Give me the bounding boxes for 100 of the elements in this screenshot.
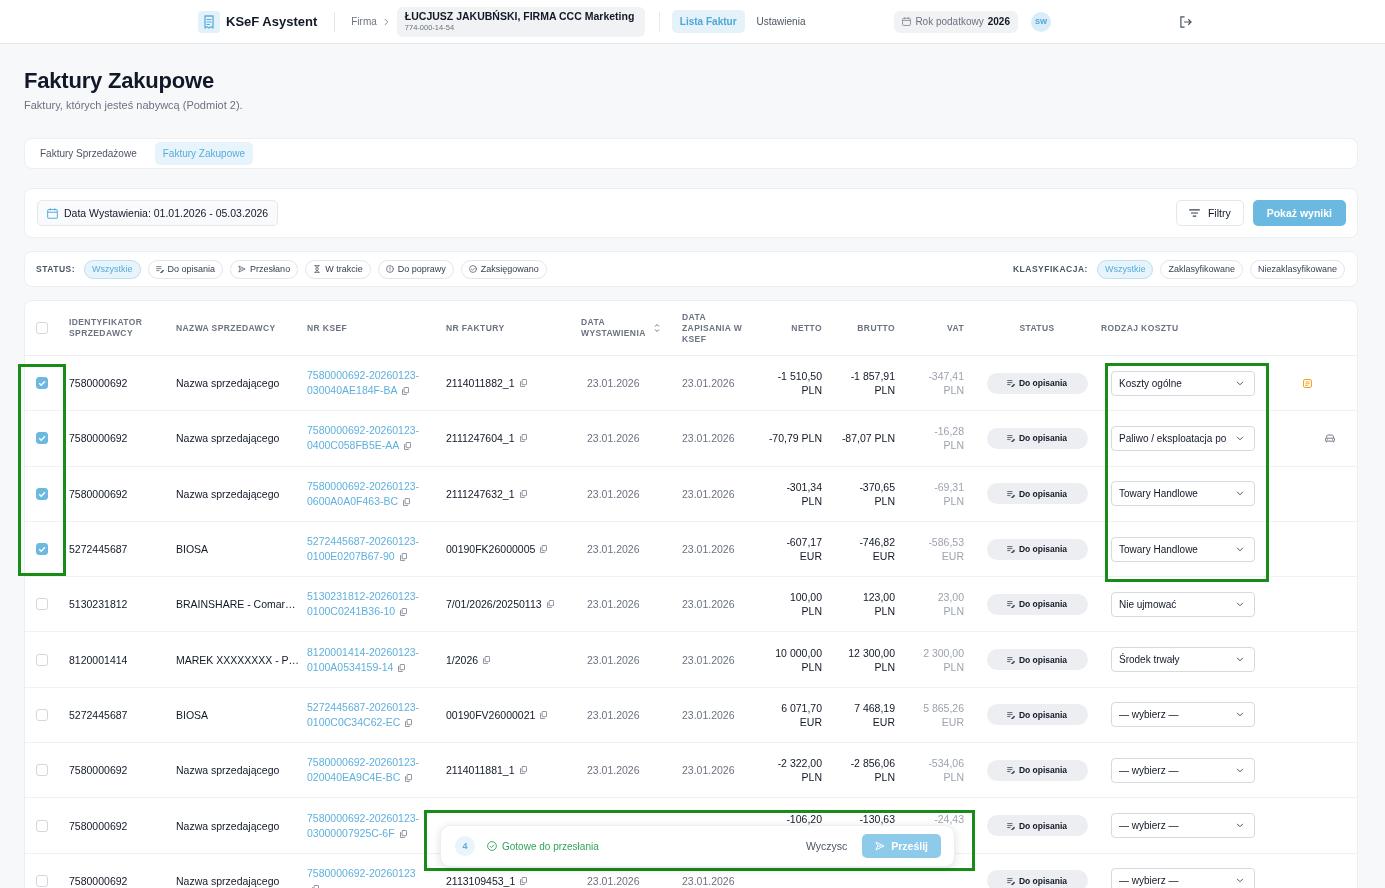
copy-icon[interactable] <box>519 379 527 388</box>
copy-icon[interactable] <box>405 718 413 727</box>
cost-type-select[interactable]: — wybierz — <box>1111 813 1255 838</box>
cost-type-select[interactable]: — wybierz — <box>1111 702 1255 728</box>
row-checkbox[interactable] <box>36 653 48 666</box>
net-amount: 6 071,70 EUR <box>780 700 822 729</box>
filter-label: KLASYFIKACJA: <box>1012 264 1088 274</box>
status-filter-chip[interactable]: W trakcie <box>305 259 371 279</box>
invoice-tab[interactable]: Faktury Sprzedażowe <box>32 142 145 165</box>
copy-icon[interactable] <box>398 663 406 672</box>
issue-date: 23.01.2026 <box>587 764 640 777</box>
filters-button[interactable]: Filtry <box>1175 200 1244 226</box>
copy-icon[interactable] <box>404 442 412 451</box>
copy-icon[interactable] <box>483 655 491 664</box>
cost-type-select[interactable]: Nie ujmować <box>1111 591 1255 617</box>
status-badge: Do opisania <box>986 704 1088 726</box>
copy-icon[interactable] <box>399 553 407 562</box>
column-header: VAT <box>947 322 964 334</box>
saved-date: 23.01.2026 <box>682 432 735 445</box>
seller-name: BIOSA <box>176 543 209 556</box>
issue-date: 23.01.2026 <box>587 874 640 887</box>
row-checkbox[interactable] <box>36 874 48 887</box>
row-checkbox[interactable] <box>36 764 48 777</box>
copy-icon[interactable] <box>405 774 413 783</box>
copy-icon[interactable] <box>519 489 527 498</box>
gross-amount: -2 856,06 PLN <box>849 756 895 785</box>
tax-year-selector[interactable]: Rok podatkowy 2026 <box>894 10 1018 33</box>
receipt-logo-icon <box>198 10 220 33</box>
seller-id: 7580000692 <box>69 377 128 390</box>
seller-id: 7580000692 <box>69 874 128 887</box>
copy-icon[interactable] <box>540 545 548 554</box>
column-header: IDENTYFIKATOR SPRZEDAWCY <box>69 317 144 339</box>
copy-icon[interactable] <box>520 876 528 885</box>
chevron-down-icon <box>1236 491 1244 497</box>
lines-pen-icon <box>1006 821 1015 830</box>
nav-tab[interactable]: Ustawienia <box>748 10 814 33</box>
status-badge: Do opisania <box>986 593 1088 615</box>
cost-type-select[interactable]: Towary Handlowe <box>1111 536 1255 562</box>
column-header: RODZAJ KOSZTU <box>1101 322 1179 334</box>
status-filter-chip[interactable]: Do poprawy <box>377 259 454 279</box>
date-range-button[interactable]: Data Wystawienia: 01.01.2026 - 05.03.2026 <box>37 200 279 226</box>
status-badge: Do opisania <box>986 372 1088 394</box>
gross-amount: -87,07 PLN <box>841 431 895 446</box>
status-filter-chip[interactable]: Zaksięgowano <box>460 259 547 279</box>
copy-icon[interactable] <box>403 497 411 506</box>
status-badge: Do opisania <box>986 483 1088 505</box>
classification-filter-chip[interactable]: Zaklasyfikowane <box>1160 259 1243 279</box>
alert-circle-icon <box>385 265 394 273</box>
lines-pen-icon <box>1006 876 1015 885</box>
check-circle-icon <box>468 265 477 273</box>
copy-icon[interactable] <box>540 710 548 719</box>
calendar-icon <box>902 17 912 26</box>
row-checkbox[interactable] <box>36 708 48 721</box>
status-badge: Do opisania <box>986 759 1088 781</box>
saved-date: 23.01.2026 <box>682 653 735 666</box>
status-filter-chip[interactable]: Do opisania <box>147 259 224 279</box>
chevron-down-icon <box>1236 435 1244 441</box>
car-icon[interactable] <box>1325 433 1335 443</box>
net-amount: -2 322,00 PLN <box>776 756 822 785</box>
copy-icon[interactable] <box>399 829 407 838</box>
cost-type-select[interactable]: Środek trwały <box>1111 647 1255 673</box>
seller-id: 5272445687 <box>69 543 128 556</box>
clear-button[interactable]: Wyczysc <box>803 836 850 856</box>
copy-icon[interactable] <box>546 600 554 609</box>
status-filter-chip[interactable]: Przesłano <box>230 259 299 279</box>
row-checkbox[interactable] <box>36 432 48 445</box>
cost-type-select[interactable]: Koszty ogólne <box>1111 370 1255 396</box>
cost-type-select[interactable]: — wybierz — <box>1111 757 1255 783</box>
copy-icon[interactable] <box>519 434 527 443</box>
logout-icon[interactable] <box>1179 15 1192 28</box>
status-badge: Do opisania <box>986 538 1088 560</box>
gross-amount: 7 468,19 EUR <box>853 700 895 729</box>
seller-name: Nazwa sprzedającego <box>176 487 280 500</box>
copy-icon[interactable] <box>402 387 410 396</box>
sort-icon[interactable] <box>654 323 660 333</box>
cost-type-select[interactable]: Towary Handlowe <box>1111 481 1255 507</box>
gross-amount: -746,82 EUR <box>858 535 895 564</box>
row-checkbox[interactable] <box>36 819 48 832</box>
issue-date: 23.01.2026 <box>587 487 640 500</box>
note-icon[interactable] <box>1303 378 1312 388</box>
seller-id: 7580000692 <box>69 819 128 832</box>
lines-pen-icon <box>1006 710 1015 719</box>
seller-name: BRAINSHARE - Comar… <box>176 598 296 611</box>
row-checkbox[interactable] <box>36 543 48 556</box>
copy-icon[interactable] <box>519 766 527 775</box>
row-checkbox[interactable] <box>36 377 48 390</box>
column-header: NAZWA SPRZEDAWCY <box>176 322 276 334</box>
gross-amount: -370,65 PLN <box>858 479 895 508</box>
lines-pen-icon <box>155 265 164 273</box>
issue-date: 23.01.2026 <box>587 708 640 721</box>
row-checkbox[interactable] <box>36 598 48 611</box>
copy-icon[interactable] <box>400 608 408 617</box>
chevron-down-icon <box>1236 823 1244 828</box>
selection-count: 4 <box>455 836 475 856</box>
classification-filter-chip[interactable]: Niezaklasyfikowane <box>1249 259 1345 279</box>
row-checkbox[interactable] <box>36 487 48 500</box>
cost-type-select[interactable]: Paliwo / eksploatacja po <box>1111 425 1255 451</box>
net-amount: -607,17 EUR <box>785 535 822 564</box>
select-all-checkbox[interactable] <box>36 322 48 334</box>
cost-type-select[interactable]: — wybierz — <box>1111 868 1255 888</box>
